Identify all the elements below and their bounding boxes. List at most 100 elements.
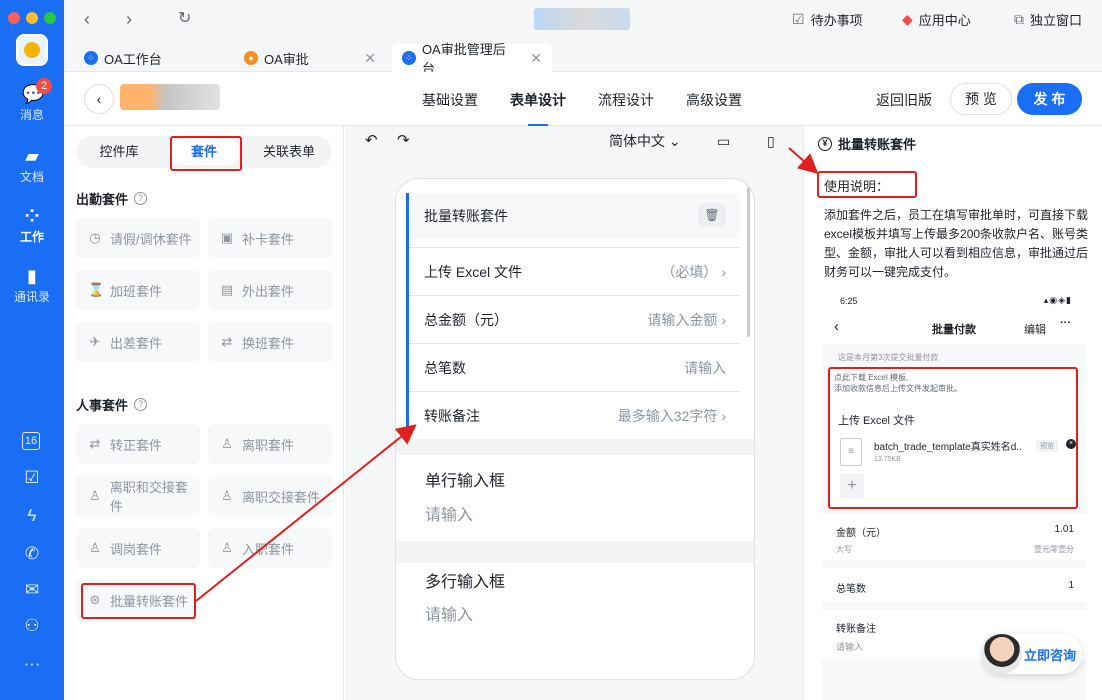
row-label: 上传 Excel 文件 [424, 263, 523, 280]
window-title [534, 8, 630, 30]
tab-oa-workbench[interactable]: ⁘ OA工作台 [74, 44, 172, 72]
suite-label: 调岗套件 [110, 541, 163, 557]
browser-tabs: ⁘ OA工作台 ● OA审批 ✕ ⁘ OA审批管理后台 ✕ [64, 40, 1102, 76]
app-center-button[interactable]: ◆ 应用中心 [902, 10, 971, 29]
external-window-icon: ⧉ [1014, 11, 1024, 27]
divider [396, 541, 754, 563]
window-toolbar: ‹ › ↻ ☑ 待办事项 ◆ 应用中心 ⧉ 独立窗口 [64, 0, 1102, 40]
redo-icon[interactable]: ↷ [397, 132, 410, 150]
suite-resignation[interactable]: ♙ 离职套件 [208, 424, 332, 464]
todo-button[interactable]: ☑ 待办事项 [792, 10, 863, 29]
tab-advanced-settings[interactable]: 高级设置 [686, 90, 742, 110]
suite-resign-handover[interactable]: ♙ 离职交接套件 [208, 476, 332, 516]
preview-button[interactable]: 预 览 [950, 83, 1012, 115]
help-icon[interactable]: ? [134, 192, 148, 205]
desktop-preview-icon[interactable]: ▭ [717, 132, 730, 150]
uppercase-value: 壹元零壹分 [1034, 545, 1074, 554]
sidebar-item-messages[interactable]: 💬 2 消息 [0, 78, 64, 123]
suite-resign-and-handover[interactable]: ♙ 离职和交接套件 [76, 476, 200, 516]
mail-icon[interactable]: ✉ [22, 580, 42, 600]
suite-shift-swap[interactable]: ⇄ 换班套件 [208, 322, 332, 362]
suite-regularization[interactable]: ⇄ 转正套件 [76, 424, 200, 464]
forward-arrow-icon[interactable]: › [126, 9, 132, 29]
suite-label: 加班套件 [110, 283, 163, 299]
refresh-icon[interactable]: ↻ [178, 9, 191, 29]
consult-label: 立即咨询 [1024, 647, 1077, 663]
more-icon[interactable]: ··· [22, 654, 42, 674]
close-window-button[interactable] [8, 12, 20, 24]
tab-form-design[interactable]: 表单设计 [510, 90, 566, 126]
remark-placeholder: 请输入 [836, 642, 864, 652]
scrollbar[interactable] [747, 187, 750, 337]
undo-icon[interactable]: ↶ [365, 132, 378, 150]
close-icon[interactable]: ✕ [530, 50, 542, 67]
calendar-icon[interactable]: 16 [22, 432, 40, 450]
user-avatar[interactable] [16, 34, 48, 66]
suite-label: 离职交接套件 [242, 489, 321, 505]
help-icon[interactable]: ? [134, 398, 148, 411]
people-icon[interactable]: ⚇ [22, 616, 42, 636]
suite-outing[interactable]: ▤ 外出套件 [208, 270, 332, 310]
check-icon[interactable]: ☑ [22, 468, 42, 488]
sidebar-item-contacts[interactable]: ▮ 通讯录 [0, 266, 64, 305]
row-value: 请输入金额 [647, 311, 718, 328]
standalone-window-button[interactable]: ⧉ 独立窗口 [1014, 10, 1082, 29]
suite-row-upload[interactable]: 上传 Excel 文件 （必填） › [409, 247, 740, 295]
mobile-preview-icon[interactable]: ▯ [767, 132, 775, 150]
tab-label: OA工作台 [104, 51, 162, 67]
row-value: 最多输入32字符 [617, 407, 718, 424]
more-icon: ··· [1060, 317, 1071, 329]
field-placeholder: 请输入 [425, 507, 474, 524]
suite-label: 请假/调休套件 [110, 231, 192, 247]
contacts-icon: ▮ [27, 266, 37, 286]
user-leave-icon: ♙ [221, 436, 233, 451]
panel-title: ¥ 批量转账套件 [818, 134, 916, 153]
row-value: （必填） [661, 263, 718, 280]
swap-icon: ⇄ [221, 334, 233, 349]
sidebar-item-docs[interactable]: ▰ 文档 [0, 146, 64, 185]
clock-icon: ◷ [89, 230, 101, 245]
language-select[interactable]: 简体中文 ⌄ [609, 132, 681, 150]
back-arrow-icon[interactable]: ‹ [84, 9, 90, 29]
suite-business-trip[interactable]: ✈ 出差套件 [76, 322, 200, 362]
language-label: 简体中文 [609, 133, 665, 149]
segment-controls[interactable]: 控件库 [76, 136, 162, 168]
tab-label: OA审批 [264, 51, 309, 67]
suite-row-total-count[interactable]: 总笔数 请输入 [409, 343, 740, 391]
zoom-window-button[interactable] [44, 12, 56, 24]
remark-label: 转账备注 [836, 624, 876, 635]
segment-linked-forms[interactable]: 关联表单 [246, 136, 332, 168]
single-line-input-widget[interactable]: 单行输入框 请输入 [406, 455, 740, 541]
app-sidebar: 💬 2 消息 ▰ 文档 ⁘ 工作 ▮ 通讯录 16 ☑ ϟ ✆ ✉ ⚇ ··· [0, 0, 64, 700]
trash-icon[interactable]: 🗑 [698, 203, 726, 227]
close-icon[interactable]: ✕ [364, 50, 376, 67]
tab-oa-approval[interactable]: ● OA审批 ✕ [234, 44, 384, 72]
suite-leave[interactable]: ◷ 请假/调休套件 [76, 218, 200, 258]
suite-row-total-amount[interactable]: 总金额（元） 请输入金额 › [409, 295, 740, 343]
consult-button[interactable]: 立即咨询 [982, 634, 1082, 674]
publish-button[interactable]: 发 布 [1017, 83, 1082, 115]
suite-row-remark[interactable]: 转账备注 最多输入32字符 › [409, 391, 740, 439]
minimize-window-button[interactable] [26, 12, 38, 24]
back-to-old-version-link[interactable]: 返回旧版 [876, 90, 932, 110]
sidebar-item-work[interactable]: ⁘ 工作 [0, 206, 64, 245]
phone-icon[interactable]: ✆ [22, 544, 42, 564]
suite-makeup-punch[interactable]: ▣ 补卡套件 [208, 218, 332, 258]
tab-flow-design[interactable]: 流程设计 [598, 90, 654, 110]
suite-label: 转正套件 [110, 437, 163, 453]
row-label: 总金额（元） [424, 311, 508, 328]
tab-basic-settings[interactable]: 基础设置 [422, 90, 478, 110]
user-icon: ● [244, 51, 258, 65]
back-button[interactable]: ‹ [84, 84, 114, 114]
nav-edit: 编辑 [1024, 324, 1046, 336]
tab-oa-admin[interactable]: ⁘ OA审批管理后台 ✕ [392, 42, 552, 76]
section-title-text: 人事套件 [76, 398, 129, 413]
suite-overtime[interactable]: ⌛ 加班套件 [76, 270, 200, 310]
tip-text: 这是本月第3次提交批量付款 [838, 353, 939, 362]
consultant-avatar [982, 634, 1022, 674]
suite-onboarding[interactable]: ♙ 入职套件 [208, 528, 332, 568]
batch-transfer-suite-widget[interactable]: 批量转账套件 🗑 上传 Excel 文件 （必填） › 总金额（元） 请输入金额… [406, 193, 740, 439]
multi-line-input-widget[interactable]: 多行输入框 请输入 [406, 563, 740, 679]
bolt-icon[interactable]: ϟ [22, 506, 42, 526]
suite-transfer-post[interactable]: ♙ 调岗套件 [76, 528, 200, 568]
